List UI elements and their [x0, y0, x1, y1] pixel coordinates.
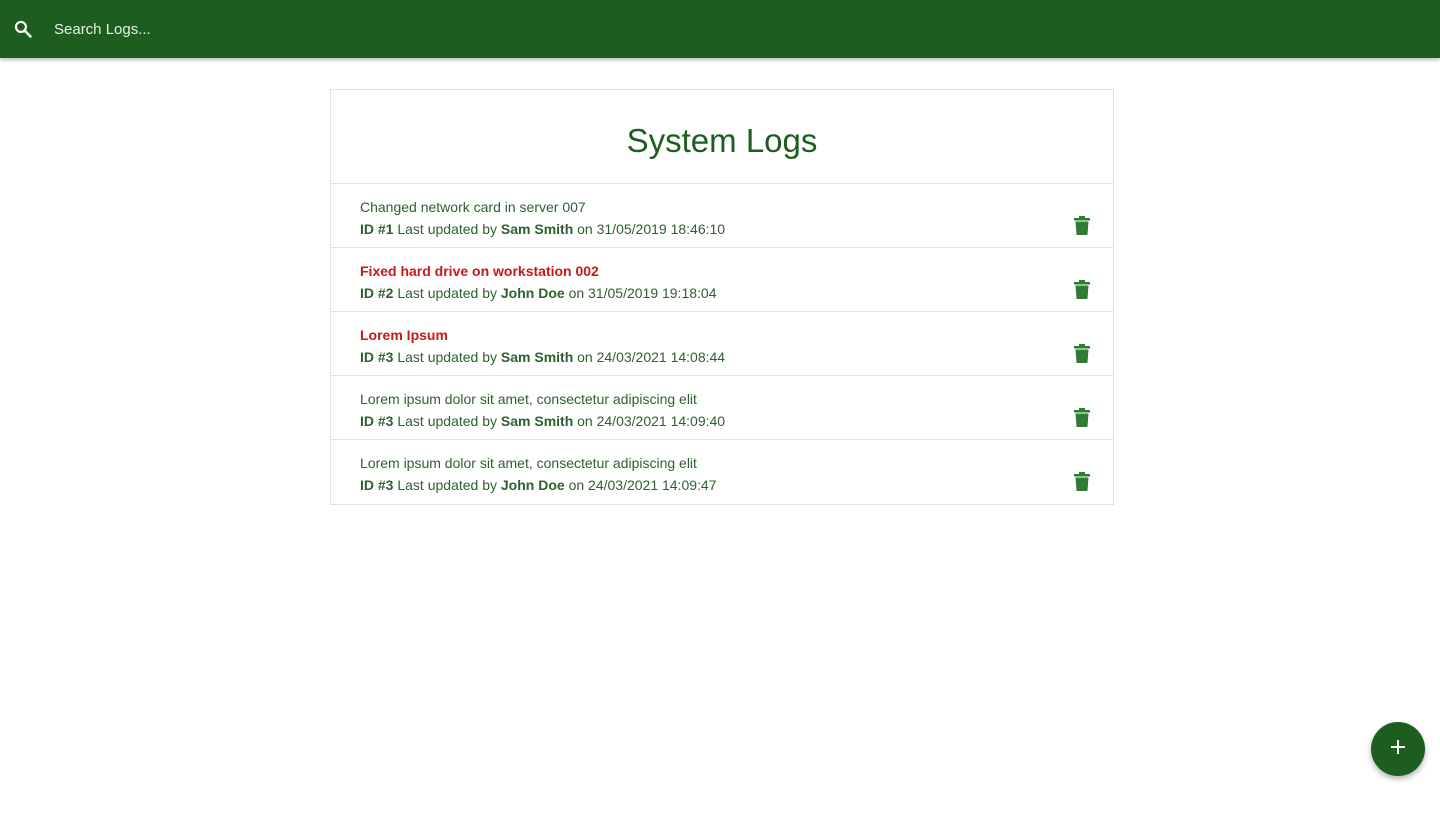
plus-icon [1390, 739, 1406, 760]
updated-by-label: Last updated by [397, 413, 497, 429]
log-date: 31/05/2019 19:18:04 [588, 285, 717, 301]
logs-card: System Logs Changed network card in serv… [330, 89, 1114, 505]
tech-name: John Doe [500, 477, 565, 493]
log-item: Fixed hard drive on workstation 002 ID #2… [331, 248, 1113, 312]
log-id: ID #1 [360, 221, 394, 237]
updated-by-label: Last updated by [397, 477, 497, 493]
log-list: Changed network card in server 007 ID #1 … [331, 184, 1113, 504]
log-id: ID #2 [360, 285, 394, 301]
log-message-link[interactable]: Fixed hard drive on workstation 002 [360, 261, 1113, 283]
log-message-link[interactable]: Lorem ipsum dolor sit amet, consectetur … [360, 453, 1113, 475]
log-id: ID #3 [360, 349, 394, 365]
delete-log-button[interactable] [1073, 472, 1091, 496]
trash-icon [1074, 280, 1090, 304]
log-meta: ID #3 Last updated by Sam Smith on 24/03… [360, 411, 1113, 431]
log-message-link[interactable]: Changed network card in server 007 [360, 197, 1113, 219]
page-title: System Logs [626, 121, 818, 159]
delete-log-button[interactable] [1073, 280, 1091, 304]
on-label: on [568, 285, 585, 301]
trash-icon [1074, 216, 1090, 240]
log-date: 31/05/2019 18:46:10 [596, 221, 726, 237]
on-label: on [568, 477, 585, 493]
log-meta: ID #3 Last updated by Sam Smith on 24/03… [360, 347, 1113, 367]
tech-name: John Doe [500, 285, 565, 301]
card-header: System Logs [331, 90, 1113, 184]
updated-by-label: Last updated by [397, 349, 497, 365]
delete-log-button[interactable] [1073, 344, 1091, 368]
updated-by-label: Last updated by [397, 285, 497, 301]
trash-icon [1074, 344, 1090, 368]
on-label: on [577, 413, 593, 429]
log-date: 24/03/2021 14:09:47 [588, 477, 717, 493]
add-log-button[interactable] [1371, 722, 1425, 776]
tech-name: Sam Smith [500, 349, 574, 365]
delete-log-button[interactable] [1073, 408, 1091, 432]
on-label: on [577, 349, 593, 365]
search-icon[interactable] [12, 18, 34, 40]
log-item: Changed network card in server 007 ID #1 … [331, 184, 1113, 248]
log-item: Lorem ipsum dolor sit amet, consectetur … [331, 376, 1113, 440]
trash-icon [1074, 408, 1090, 432]
top-navbar [0, 0, 1440, 58]
log-item: Lorem ipsum dolor sit amet, consectetur … [331, 440, 1113, 504]
log-id: ID #3 [360, 413, 394, 429]
on-label: on [577, 221, 593, 237]
tech-name: Sam Smith [500, 221, 574, 237]
log-meta: ID #3 Last updated by John Doe on 24/03/… [360, 475, 1113, 495]
log-meta: ID #1 Last updated by Sam Smith on 31/05… [360, 219, 1113, 239]
delete-log-button[interactable] [1073, 216, 1091, 240]
log-message-link[interactable]: Lorem ipsum dolor sit amet, consectetur … [360, 389, 1113, 411]
log-id: ID #3 [360, 477, 394, 493]
tech-name: Sam Smith [500, 413, 574, 429]
trash-icon [1074, 472, 1090, 496]
log-date: 24/03/2021 14:09:40 [596, 413, 726, 429]
log-date: 24/03/2021 14:08:44 [596, 349, 726, 365]
log-item: Lorem Ipsum ID #3 Last updated by Sam Smi… [331, 312, 1113, 376]
log-meta: ID #2 Last updated by John Doe on 31/05/… [360, 283, 1113, 303]
updated-by-label: Last updated by [397, 221, 497, 237]
log-message-link[interactable]: Lorem Ipsum [360, 325, 1113, 347]
search-input[interactable] [54, 9, 954, 49]
